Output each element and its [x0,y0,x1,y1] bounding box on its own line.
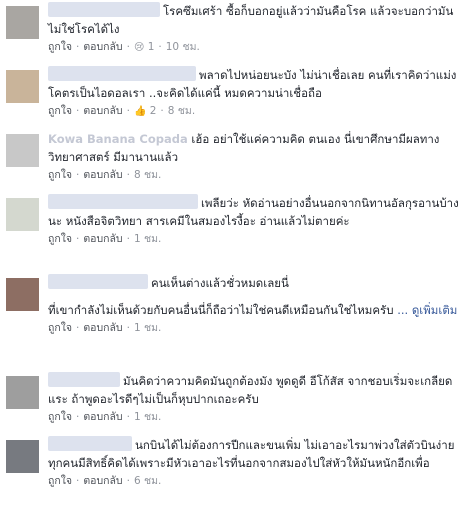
see-more-link[interactable]: ... ดูเพิ่มเติม [397,303,457,317]
commenter-name[interactable] [48,372,120,387]
comment-text: โรคซึมเศร้า ซื้อก็บอกอยู่แล้วว่ามันคือโร… [48,2,459,38]
reply-link[interactable]: ตอบกลับ [83,475,122,487]
reply-link[interactable]: ตอบกลับ [83,411,122,423]
commenter-name[interactable] [48,274,148,289]
reply-link[interactable]: ตอบกลับ [83,41,122,53]
like-link[interactable]: ถูกใจ [48,475,72,487]
avatar[interactable] [6,6,39,39]
reaction-count: 1 [147,41,155,53]
comment-actions: ถูกใจ · ตอบกลับ · 👍 2 · 8 ชม. [48,105,196,117]
avatar[interactable] [6,440,39,473]
avatar[interactable] [6,134,39,167]
like-link[interactable]: ถูกใจ [48,411,72,423]
comment-actions: ถูกใจ · ตอบกลับ · 1 ชม. [48,411,162,423]
reply-link[interactable]: ตอบกลับ [83,322,122,334]
like-link[interactable]: ถูกใจ [48,233,72,245]
comment-text: เพลียว่ะ หัดอ่านอย่างอื่นนอกจากนิทานอัลก… [48,194,459,230]
like-reaction-icon[interactable]: 👍 [134,106,146,117]
timestamp[interactable]: 1 ชม. [134,322,161,334]
timestamp[interactable]: 8 ชม. [134,169,161,181]
comment-actions: ถูกใจ · ตอบกลับ · 😢 1 · 10 ชม. [48,41,200,53]
comment-body: คนเห็นต่างแล้วชั่วหมดเลยนี่ ที่เขากำลังไ… [48,274,459,336]
timestamp[interactable]: 1 ชม. [134,411,161,423]
timestamp[interactable]: 6 ชม. [134,475,161,487]
like-link[interactable]: ถูกใจ [48,105,72,117]
comment-body: พลาดไปหน่อยนะบัง ไม่น่าเชื่อเลย คนที่เรา… [48,66,459,120]
comment-text: นกบินได้ไม่ต้องการปีกและขนเพิ่ม ไม่เอาอะ… [48,436,459,472]
avatar[interactable] [6,198,39,231]
comment-text: พลาดไปหน่อยนะบัง ไม่น่าเชื่อเลย คนที่เรา… [48,66,459,102]
commenter-name[interactable] [48,66,196,81]
sad-reaction-icon[interactable]: 😢 [134,42,144,53]
comment-message: คนเห็นต่างแล้วชั่วหมดเลยนี่ [151,276,289,290]
avatar[interactable] [6,70,39,103]
avatar[interactable] [6,376,39,409]
timestamp[interactable]: 8 ชม. [168,105,195,117]
comment-body: เพลียว่ะ หัดอ่านอย่างอื่นนอกจากนิทานอัลก… [48,194,459,247]
comment-text: Kowa Banana Copada เฮ้อ อย่าใช้แค่ความคิ… [48,130,459,166]
comment-actions: ถูกใจ · ตอบกลับ · 1 ชม. [48,322,162,334]
like-link[interactable]: ถูกใจ [48,41,72,53]
reply-link[interactable]: ตอบกลับ [83,233,122,245]
comment-actions: ถูกใจ · ตอบกลับ · 8 ชม. [48,169,162,181]
comment-text-continued: ที่เขากำลังไม่เห็นด้วยกับคนอื่นนี่ก็ถือว… [48,303,458,317]
avatar[interactable] [6,278,39,311]
comment-actions: ถูกใจ · ตอบกลับ · 1 ชม. [48,233,162,245]
comment-body: โรคซึมเศร้า ซื้อก็บอกอยู่แล้วว่ามันคือโร… [48,2,459,56]
like-link[interactable]: ถูกใจ [48,169,72,181]
comment-text: มันคิดว่าความคิดมันถูกต้องมัง พูดดูดี อี… [48,372,459,408]
comment-text: คนเห็นต่างแล้วชั่วหมดเลยนี่ [48,274,459,292]
comment-list: โรคซึมเศร้า ซื้อก็บอกอยู่แล้วว่ามันคือโร… [0,0,465,516]
comment-body: นกบินได้ไม่ต้องการปีกและขนเพิ่ม ไม่เอาอะ… [48,436,459,489]
commenter-name[interactable] [48,194,198,209]
comment-actions: ถูกใจ · ตอบกลับ · 6 ชม. [48,475,162,487]
timestamp[interactable]: 10 ชม. [166,41,200,53]
reaction-count: 2 [149,105,157,117]
reply-link[interactable]: ตอบกลับ [83,105,122,117]
comment-body: Kowa Banana Copada เฮ้อ อย่าใช้แค่ความคิ… [48,130,459,183]
reply-link[interactable]: ตอบกลับ [83,169,122,181]
commenter-name[interactable] [48,2,160,17]
comment-body: มันคิดว่าความคิดมันถูกต้องมัง พูดดูดี อี… [48,372,459,425]
like-link[interactable]: ถูกใจ [48,322,72,334]
commenter-name[interactable] [48,436,132,451]
timestamp[interactable]: 1 ชม. [134,233,161,245]
commenter-name[interactable]: Kowa Banana Copada [48,132,188,146]
